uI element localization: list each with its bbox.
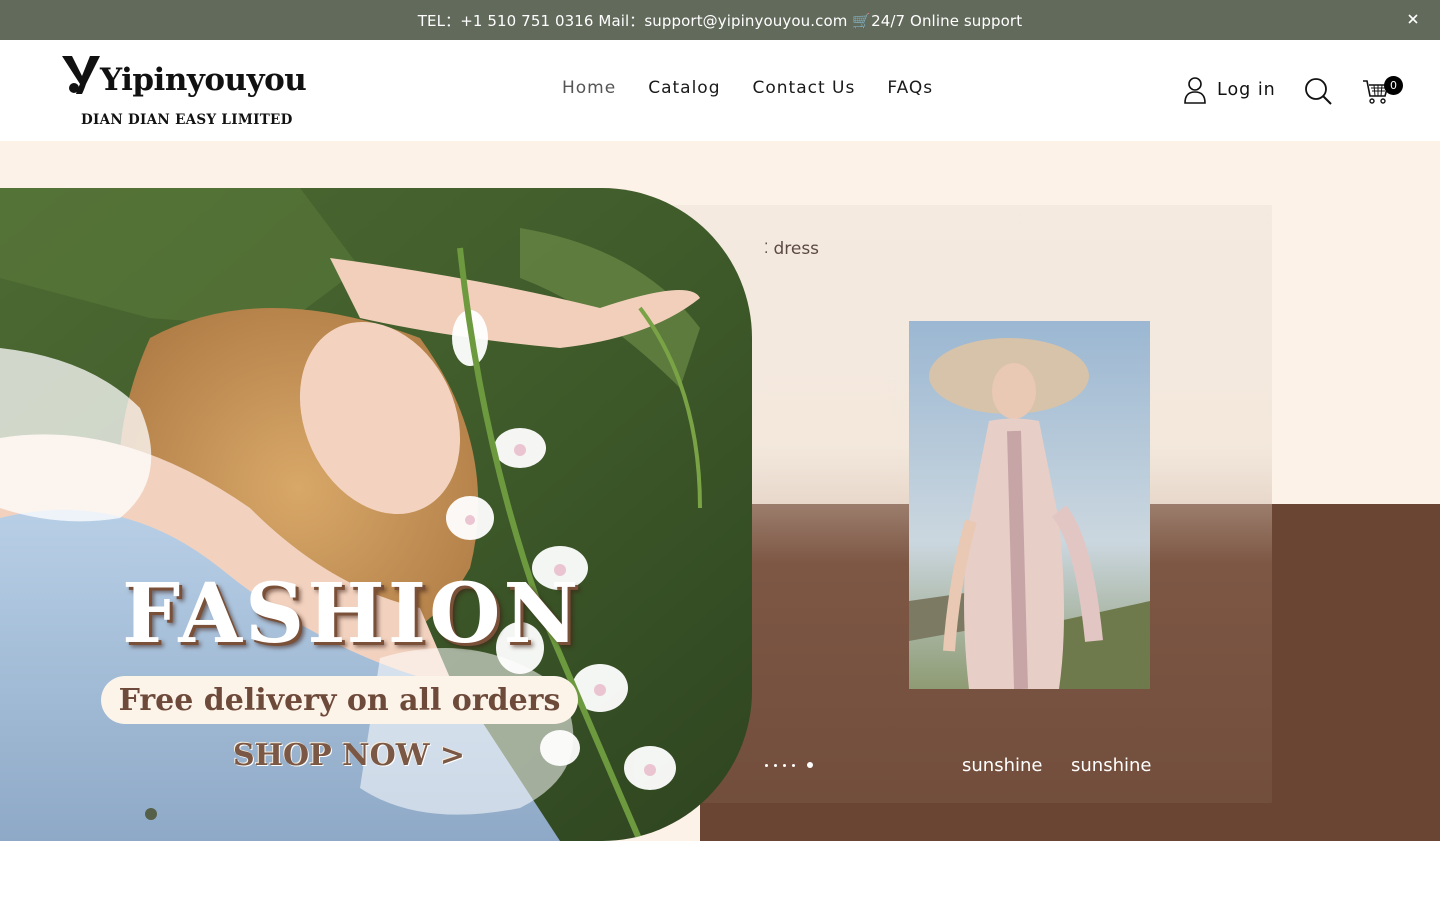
logo-subtitle: DIAN DIAN EASY LIMITED: [81, 112, 293, 128]
caption-2: sunshine: [1071, 755, 1152, 776]
logo-mark-icon: [62, 56, 100, 94]
nav-catalog[interactable]: Catalog: [648, 78, 720, 98]
login-label: Log in: [1217, 80, 1276, 100]
pager-dot: [765, 763, 768, 767]
hero-headline: FASHION: [122, 566, 582, 662]
search-icon[interactable]: [1304, 77, 1332, 105]
model-photo: [909, 321, 1150, 689]
nav-contact-us[interactable]: Contact Us: [753, 78, 856, 98]
panel-label-text: dress: [773, 239, 820, 259]
slide-indicator-dot[interactable]: [145, 808, 157, 820]
dots-icon: ⁚: [764, 241, 769, 257]
logo[interactable]: Yipinyouyou DIAN DIAN EASY LIMITED: [60, 54, 310, 134]
pager-dot: [774, 763, 777, 767]
announcement-text: TEL：+1 510 751 0316 Mail：support@yipinyo…: [417, 11, 1023, 30]
logo-brand: Yipinyouyou: [100, 62, 307, 98]
hero-banner[interactable]: ⁚ dress FASHION Free delivery on all ord…: [0, 141, 1440, 841]
pager-dot: [783, 763, 786, 767]
user-icon: [1184, 77, 1206, 104]
main-nav: Home Catalog Contact Us FAQs: [562, 78, 933, 98]
cart-count-badge: 0: [1384, 76, 1403, 95]
pager-dot: [792, 763, 795, 767]
close-icon[interactable]: [1404, 10, 1422, 28]
panel-pager: [765, 762, 813, 768]
nav-faqs[interactable]: FAQs: [887, 78, 933, 98]
shop-now-button[interactable]: SHOP NOW >: [233, 738, 465, 773]
login-link[interactable]: Log in: [1183, 76, 1276, 104]
caption-1: sunshine: [962, 755, 1043, 776]
nav-home[interactable]: Home: [562, 78, 616, 98]
site-header: Yipinyouyou DIAN DIAN EASY LIMITED Home …: [0, 40, 1440, 141]
announcement-bar: TEL：+1 510 751 0316 Mail：support@yipinyo…: [0, 0, 1440, 40]
pager-dot-active: [807, 762, 813, 768]
panel-label: ⁚ dress: [764, 239, 819, 259]
hero-tagline: Free delivery on all orders: [101, 676, 578, 724]
